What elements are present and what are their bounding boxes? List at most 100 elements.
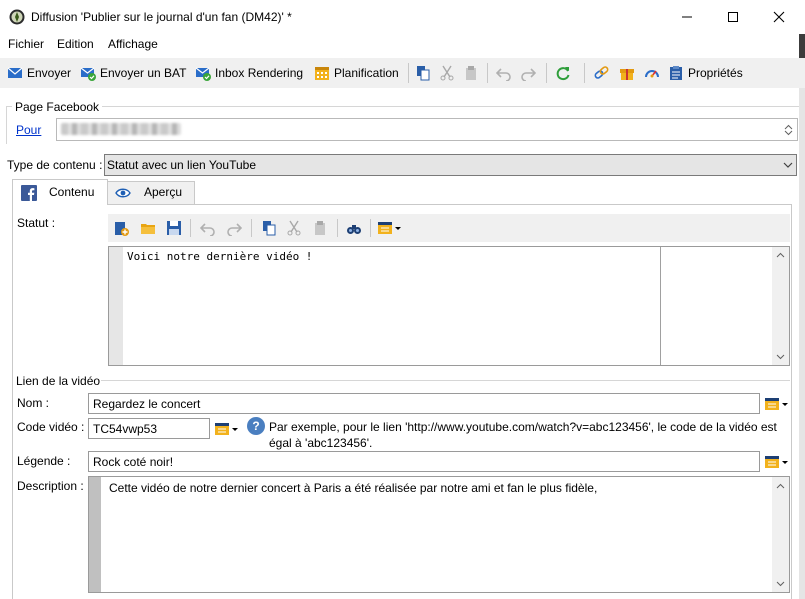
editor-undo-button[interactable] (199, 219, 217, 237)
send-label: Envoyer (27, 66, 72, 80)
cut-button[interactable] (439, 63, 459, 83)
tracking-button[interactable] (644, 63, 664, 83)
paste-button[interactable] (463, 63, 483, 83)
save-button[interactable] (165, 219, 183, 237)
copy-icon (417, 66, 430, 81)
properties-button[interactable]: Propriétés (668, 63, 743, 83)
insert-field-button[interactable] (376, 219, 404, 237)
minimize-icon (682, 16, 692, 18)
copy-button[interactable] (415, 63, 435, 83)
chevron-down-icon[interactable] (779, 155, 796, 175)
caption-input[interactable]: Rock coté noir! (88, 451, 760, 472)
link-icon (594, 66, 609, 79)
new-button[interactable] (112, 219, 130, 237)
content-type-value: Statut avec un lien YouTube (107, 158, 257, 172)
toolbar-separator (584, 63, 585, 83)
schedule-label: Planification (334, 66, 399, 80)
menu-affichage[interactable]: Affichage (108, 37, 158, 51)
close-button[interactable] (756, 0, 802, 34)
video-code-picker[interactable] (214, 420, 240, 438)
offer-button[interactable] (619, 63, 639, 83)
video-code-input[interactable]: TC54vwp53 (88, 418, 210, 439)
calendar-icon (315, 67, 329, 80)
envelope-icon (7, 67, 23, 78)
name-field-picker[interactable] (764, 395, 790, 413)
content-type-label: Type de contenu : (7, 158, 103, 172)
minimize-button[interactable] (664, 0, 710, 34)
send-proof-button[interactable]: Envoyer un BAT (80, 63, 186, 83)
redo-button[interactable] (520, 63, 540, 83)
name-label: Nom : (17, 396, 50, 410)
tab-content[interactable]: Contenu (12, 179, 108, 205)
redacted-page-name (61, 123, 181, 135)
redo-icon (521, 68, 536, 81)
description-text[interactable]: Cette vidéo de notre dernier concert à P… (109, 481, 597, 495)
editor-redo-button[interactable] (225, 219, 243, 237)
editor-margin-line (660, 247, 661, 365)
scissors-icon (440, 65, 454, 81)
scroll-up-icon[interactable] (772, 248, 789, 262)
send-proof-label: Envoyer un BAT (100, 66, 187, 80)
links-button[interactable] (594, 63, 614, 83)
menu-fichier[interactable]: Fichier (8, 37, 44, 51)
inbox-rendering-icon (195, 67, 211, 81)
app-icon (9, 9, 25, 25)
copy-icon (263, 221, 276, 236)
scroll-down-icon[interactable] (780, 126, 797, 140)
caption-field-picker[interactable] (764, 453, 790, 471)
clipboard-icon (670, 66, 682, 80)
gift-icon (620, 69, 634, 80)
maximize-button[interactable] (710, 0, 756, 34)
facebook-icon (21, 185, 37, 201)
schedule-button[interactable]: Planification (314, 63, 399, 83)
menu-edition[interactable]: Edition (57, 37, 94, 51)
video-code-label: Code vidéo : (17, 420, 85, 434)
editor-scrollbar[interactable] (772, 247, 789, 365)
floppy-icon (167, 221, 181, 235)
video-link-divider (101, 380, 790, 381)
facebook-page-legend: Page Facebook (12, 100, 103, 114)
paste-icon (466, 66, 476, 80)
new-document-icon (115, 222, 129, 236)
send-button[interactable]: Envoyer (7, 63, 71, 83)
name-input[interactable]: Regardez le concert (88, 393, 760, 414)
description-scrollbar[interactable] (772, 477, 789, 592)
editor-separator (251, 219, 252, 237)
window-title: Diffusion 'Publier sur le journal d'un f… (31, 10, 292, 24)
status-label: Statut : (17, 216, 56, 230)
editor-separator (190, 219, 191, 237)
properties-label: Propriétés (688, 66, 743, 80)
undo-button[interactable] (496, 63, 516, 83)
status-text[interactable]: Voici notre dernière vidéo ! (127, 250, 312, 263)
scroll-up-icon[interactable] (772, 479, 789, 493)
find-button[interactable] (345, 219, 363, 237)
eye-icon (115, 188, 131, 198)
toolbar-separator (408, 63, 409, 83)
undo-icon (200, 223, 215, 236)
scroll-down-icon[interactable] (772, 350, 789, 364)
status-editor[interactable] (108, 246, 790, 366)
insert-field-icon (765, 456, 788, 468)
video-link-legend: Lien de la vidéo (16, 374, 101, 388)
toolbar-separator (487, 63, 488, 83)
insert-field-icon (215, 423, 238, 435)
editor-paste-button[interactable] (311, 219, 329, 237)
editor-cut-button[interactable] (285, 219, 303, 237)
folder-icon (141, 224, 155, 234)
inbox-rendering-button[interactable]: Inbox Rendering (195, 63, 303, 83)
tracking-icon (645, 70, 659, 78)
inbox-rendering-label: Inbox Rendering (215, 66, 304, 80)
refresh-icon (556, 67, 570, 81)
scroll-down-icon[interactable] (772, 577, 789, 591)
editor-copy-button[interactable] (260, 219, 278, 237)
toolbar-separator (546, 63, 547, 83)
caption-label: Légende : (17, 454, 71, 468)
tab-preview[interactable]: Aperçu (108, 181, 195, 205)
open-button[interactable] (139, 219, 157, 237)
maximize-icon (728, 12, 738, 22)
refresh-button[interactable] (555, 63, 575, 83)
help-icon: ? (247, 417, 265, 435)
paste-icon (315, 221, 325, 235)
window-edge (799, 34, 805, 599)
for-link[interactable]: Pour (16, 123, 41, 137)
